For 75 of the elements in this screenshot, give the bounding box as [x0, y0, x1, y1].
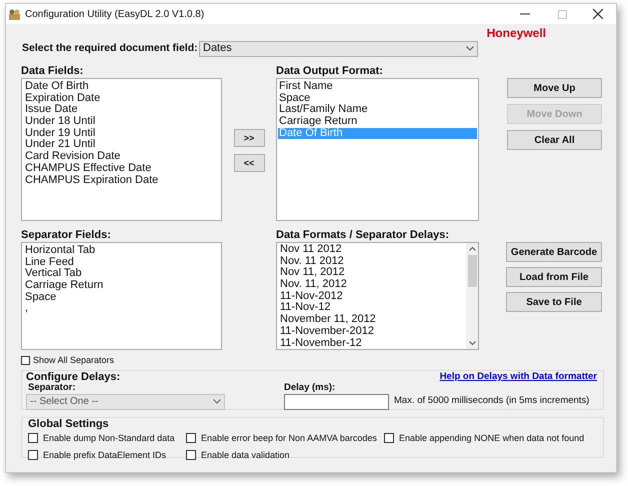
checkbox-label: Enable appending NONE when data not found	[399, 432, 584, 444]
separator-fields-list[interactable]: Horizontal Tab Line Feed Vertical Tab Carriage Return Space ,	[21, 242, 222, 350]
action-button[interactable]: Save to File	[506, 292, 602, 312]
checkbox[interactable]	[28, 450, 38, 460]
field-label: Select the required document field:	[22, 40, 199, 56]
list-label: Data Formats / Separator Delays:	[276, 230, 450, 240]
list-item[interactable]: CHAMPUS Effective Date	[24, 162, 219, 174]
list-item[interactable]: Issue Date	[24, 104, 219, 116]
list-item[interactable]: 11-Nov-12	[279, 302, 464, 314]
checkbox-label: Enable error beep for Non AAMVA barcodes	[201, 432, 377, 444]
scroll-up-icon[interactable]	[468, 247, 476, 251]
list-item[interactable]: Horizontal Tab	[24, 245, 219, 257]
field-label: Separator:	[28, 382, 76, 392]
data-formats-list[interactable]: Nov 11 2012 Nov. 11 2012 Nov 11, 2012 Nov. 11, 2012 11-Nov-2012 11-Nov-12 November 11, 2012 11-November-2012 11-November-12	[276, 242, 479, 350]
transfer-button[interactable]: <<	[234, 154, 264, 172]
field-label: Delay (ms):	[284, 382, 336, 392]
checkbox-label: Enable dump Non-Standard data	[43, 432, 175, 444]
action-button[interactable]: Clear All	[507, 130, 602, 150]
list-label: Data Output Format:	[276, 66, 384, 76]
list-item[interactable]: First Name	[278, 81, 477, 93]
list-item[interactable]: Last/Family Name	[278, 104, 477, 116]
list-item[interactable]: Space	[24, 292, 219, 304]
list-item[interactable]: Nov 11 2012	[279, 244, 464, 256]
scrollbar[interactable]	[466, 243, 478, 349]
list-item[interactable]: Expiration Date	[24, 92, 219, 104]
group-title: Configure Delays:	[26, 370, 120, 382]
list-item[interactable]: ,	[24, 303, 219, 316]
list-item[interactable]: Under 21 Until	[24, 139, 219, 152]
checkbox-label: Enable prefix DataElement IDs	[43, 450, 166, 460]
list-item[interactable]: Under 19 Until	[24, 128, 219, 140]
list-item[interactable]: Carriage Return	[24, 280, 219, 292]
list-item[interactable]: Nov. 11, 2012	[279, 279, 464, 291]
list-item[interactable]: Carriage Return	[278, 116, 477, 128]
output-format-list[interactable]: First Name Space Last/Family Name Carriage Return Date Of Birth	[276, 78, 479, 221]
chevron-icon	[466, 46, 474, 51]
help-link[interactable]: Help on Delays with Data formatter	[440, 370, 597, 382]
checkbox[interactable]	[28, 433, 38, 443]
action-button[interactable]: Generate Barcode	[506, 242, 602, 262]
list-item[interactable]: Line Feed	[24, 256, 219, 268]
separator-dropdown[interactable]: -- Select One --	[26, 394, 225, 410]
hint-text: Max. of 5000 milliseconds (in 5ms increments)	[394, 394, 590, 408]
checkbox[interactable]	[21, 356, 30, 366]
list-item[interactable]: Nov. 11 2012	[279, 256, 464, 268]
list-item[interactable]: Vertical Tab	[24, 268, 219, 280]
scroll-thumb[interactable]	[468, 255, 476, 287]
delay-input[interactable]	[284, 394, 389, 410]
list-item[interactable]: 11-November-2012	[279, 326, 464, 338]
list-label: Separator Fields:	[21, 230, 112, 240]
action-button[interactable]: Move Up	[507, 78, 602, 98]
chevron-icon	[213, 399, 221, 404]
list-label: Data Fields:	[21, 66, 84, 76]
checkbox-label: Enable data validation	[201, 450, 290, 460]
list-item[interactable]: Nov 11, 2012	[279, 267, 464, 280]
list-item[interactable]: Space	[278, 92, 477, 104]
transfer-button[interactable]: >>	[234, 129, 264, 147]
group-title: Global Settings	[28, 418, 110, 430]
list-item[interactable]: November 11, 2012	[279, 314, 464, 326]
list-item[interactable]: 11-Nov-2012	[279, 290, 464, 302]
document-field-dropdown[interactable]: Dates	[199, 40, 478, 56]
checkbox[interactable]	[384, 433, 394, 443]
checkbox[interactable]	[186, 433, 196, 443]
list-item[interactable]: CHAMPUS Expiration Date	[24, 174, 219, 186]
brand-logo: Honeywell	[486, 26, 546, 38]
window-title: Configuration Utility (EasyDL 2.0 V1.0.8)	[25, 8, 204, 22]
action-button[interactable]: Load from File	[506, 267, 602, 287]
scroll-down-icon[interactable]	[468, 341, 476, 345]
list-item[interactable]: Date Of Birth	[24, 81, 219, 93]
list-item[interactable]: Card Revision Date	[24, 151, 219, 163]
checkbox-label: Show All Separators	[33, 354, 114, 367]
checkbox[interactable]	[186, 450, 196, 460]
close-icon[interactable]	[593, 9, 603, 19]
app-icon	[8, 8, 21, 20]
list-item[interactable]: 11-November-12	[279, 338, 464, 349]
data-fields-list[interactable]: Date Of Birth Expiration Date Issue Date Under 18 Until Under 19 Until Under 21 Until Card Revision Date CHAMPUS Effective Date CHAMPUS Expiration Date	[21, 78, 222, 221]
list-item[interactable]: Under 18 Until	[24, 116, 219, 128]
